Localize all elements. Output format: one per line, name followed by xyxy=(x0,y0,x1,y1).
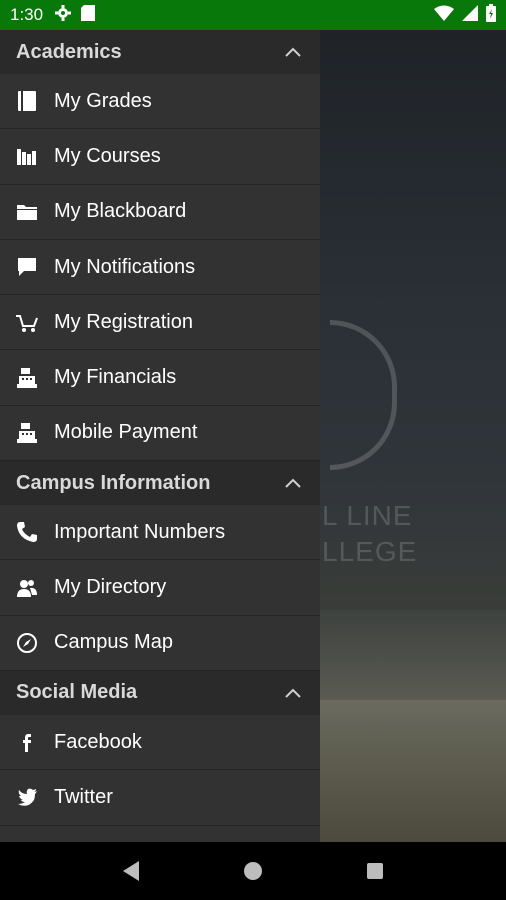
menu-item-label: My Registration xyxy=(54,310,193,333)
menu-item-twitter[interactable]: Twitter xyxy=(0,770,320,826)
people-icon xyxy=(14,575,40,601)
section-header-campus-information[interactable]: Campus Information xyxy=(0,461,320,506)
menu-item-label: Mobile Payment xyxy=(54,421,198,444)
logo-text-line1: L LINE xyxy=(322,500,413,531)
facebook-icon xyxy=(14,729,40,755)
menu-item-label: My Courses xyxy=(54,144,161,167)
menu-item-label: My Financials xyxy=(54,366,177,389)
section-title: Social Media xyxy=(16,681,138,704)
compass-icon xyxy=(14,630,40,656)
chevron-up-icon[interactable] xyxy=(282,472,304,494)
folder-icon xyxy=(14,199,40,225)
section-title: Academics xyxy=(16,40,122,63)
chat-bubble-icon xyxy=(14,254,40,280)
campus-lawn xyxy=(320,700,506,842)
back-icon[interactable] xyxy=(114,854,148,888)
menu-item-important-numbers[interactable]: Important Numbers xyxy=(0,505,320,561)
book-icon xyxy=(14,88,40,114)
menu-item-my-blackboard[interactable]: My Blackboard xyxy=(0,184,320,240)
sd-card-icon xyxy=(81,4,96,26)
battery-icon xyxy=(486,3,496,27)
menu-item-campus-map[interactable]: Campus Map xyxy=(0,615,320,671)
menu-item-label: My Grades xyxy=(54,89,152,112)
logo-text-line2: LLEGE xyxy=(322,536,418,567)
menu-item-my-courses[interactable]: My Courses xyxy=(0,129,320,185)
library-icon xyxy=(14,143,40,169)
chevron-up-icon[interactable] xyxy=(282,682,304,704)
status-bar: 1:30 xyxy=(0,0,506,30)
system-navigation-bar xyxy=(0,842,506,900)
menu-item-label: Facebook xyxy=(54,730,142,753)
phone-icon xyxy=(14,519,40,545)
menu-item-my-notifications[interactable]: My Notifications xyxy=(0,239,320,296)
menu-item-label: My Blackboard xyxy=(54,200,187,223)
menu-item-my-financials[interactable]: My Financials xyxy=(0,350,320,406)
cash-register-icon xyxy=(14,365,40,391)
recent-apps-icon[interactable] xyxy=(358,854,392,888)
menu-item-label: Twitter xyxy=(54,785,113,808)
settings-gear-icon xyxy=(55,4,72,26)
twitter-icon xyxy=(14,784,40,810)
menu-item-label: Important Numbers xyxy=(54,520,226,543)
menu-item-label: My Notifications xyxy=(54,255,196,278)
campus-building xyxy=(320,610,506,700)
wifi-icon xyxy=(434,5,454,26)
navigation-drawer: Academics My Grades My Courses My Blackb… xyxy=(0,30,320,842)
cash-register-icon xyxy=(14,420,40,446)
menu-item-my-grades[interactable]: My Grades xyxy=(0,74,320,130)
college-logo-arc xyxy=(330,320,397,470)
menu-item-my-registration[interactable]: My Registration xyxy=(0,295,320,351)
cart-icon xyxy=(14,309,40,335)
menu-item-mobile-payment[interactable]: Mobile Payment xyxy=(0,405,320,462)
home-icon[interactable] xyxy=(236,854,270,888)
menu-item-label: Campus Map xyxy=(54,631,173,654)
status-time: 1:30 xyxy=(10,5,44,24)
section-title: Campus Information xyxy=(16,471,211,494)
section-header-social-media[interactable]: Social Media xyxy=(0,670,320,715)
menu-item-facebook[interactable]: Facebook xyxy=(0,714,320,771)
signal-icon xyxy=(462,4,478,26)
menu-item-my-directory[interactable]: My Directory xyxy=(0,560,320,616)
chevron-up-icon[interactable] xyxy=(282,41,304,63)
section-header-academics[interactable]: Academics xyxy=(0,30,320,74)
menu-item-label: My Directory xyxy=(54,576,167,599)
